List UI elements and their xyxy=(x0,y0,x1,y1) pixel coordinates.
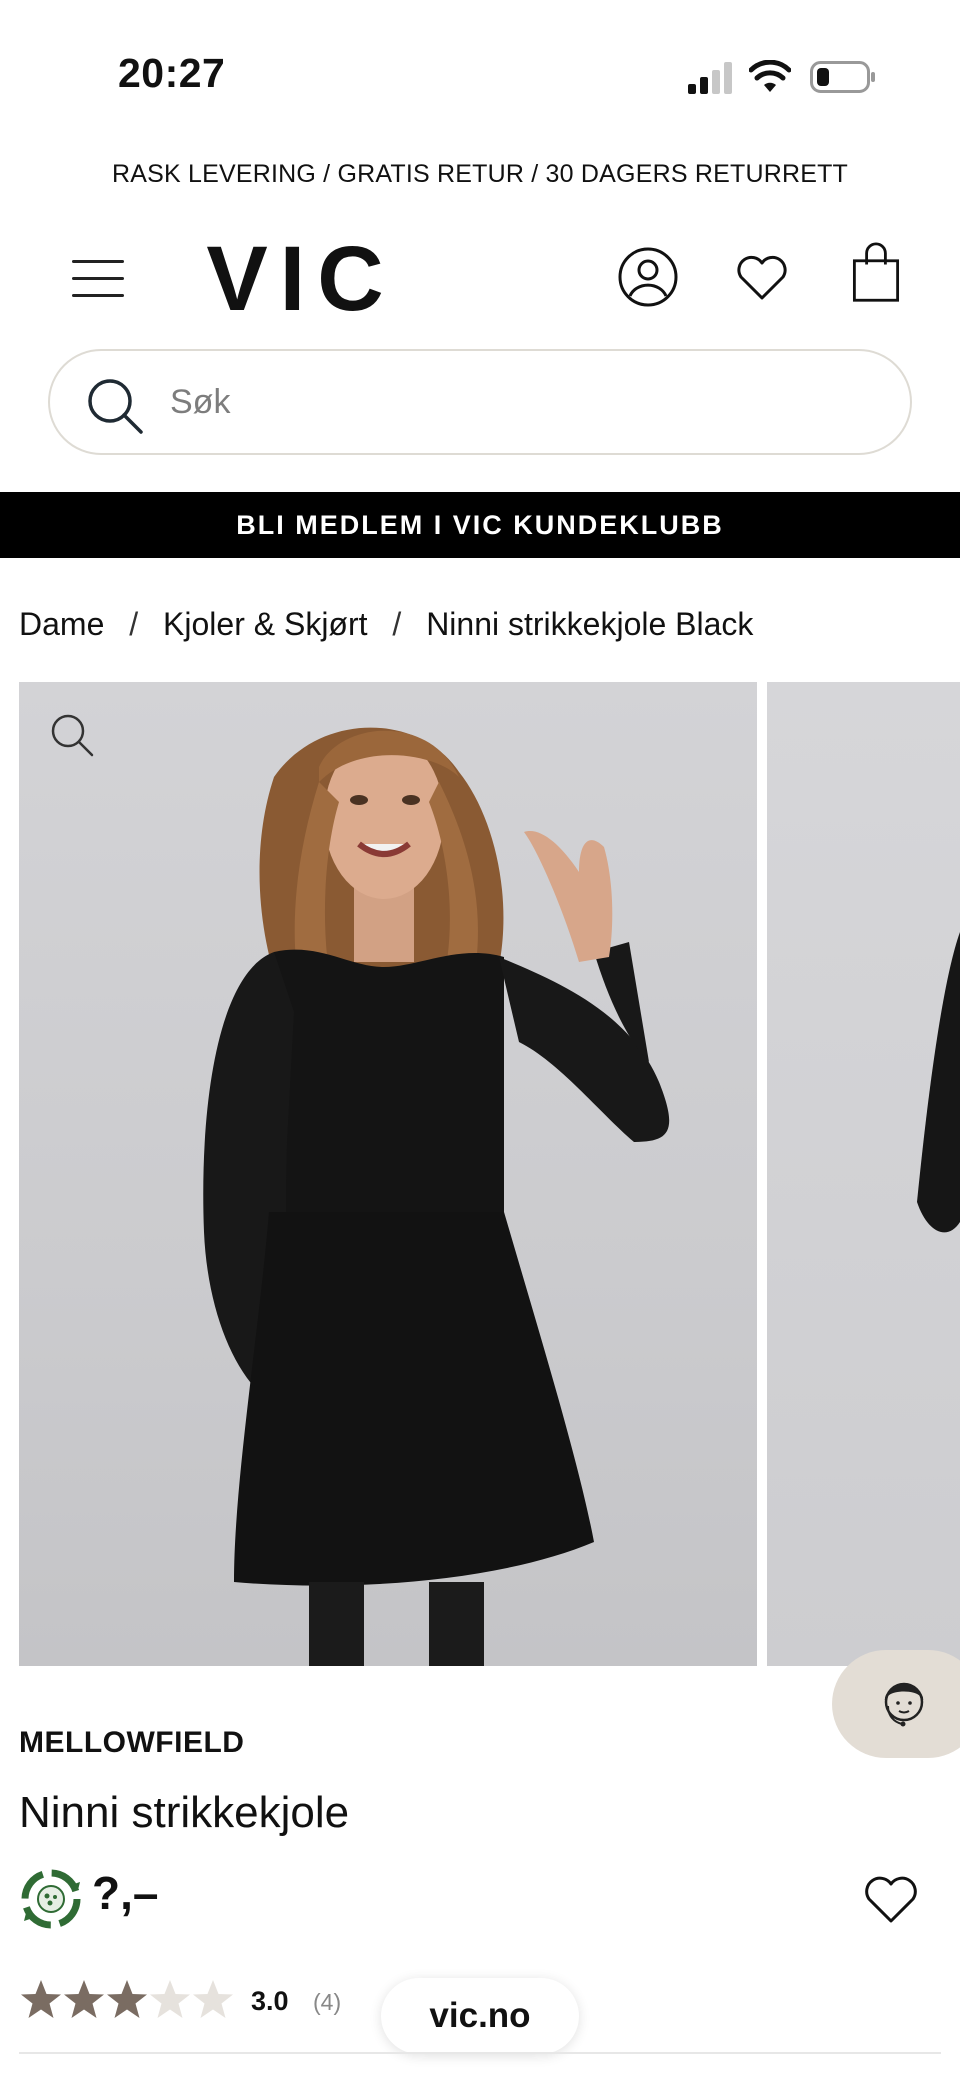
heart-icon[interactable] xyxy=(862,1872,920,1926)
rating-stars xyxy=(19,1978,235,2022)
star-icon xyxy=(107,1980,147,2018)
club-banner[interactable]: BLI MEDLEM I VIC KUNDEKLUBB xyxy=(0,492,960,558)
star-icon xyxy=(64,1980,104,2018)
vic-logo[interactable]: VIC xyxy=(196,238,406,316)
recycle-badge-icon xyxy=(21,1869,81,1929)
customer-service-icon xyxy=(884,1682,924,1727)
search-icon xyxy=(88,379,143,434)
status-time: 20:27 xyxy=(118,50,226,96)
breadcrumb-separator: / xyxy=(129,606,139,642)
status-bar: 20:27 xyxy=(0,0,960,150)
promo-line: RASK LEVERING / GRATIS RETUR / 30 DAGERS… xyxy=(111,160,849,188)
model-illustration xyxy=(203,727,670,1666)
breadcrumb-item-current: Ninni strikkekjole Black xyxy=(426,606,754,642)
breadcrumb-item-dame[interactable]: Dame xyxy=(19,606,104,642)
star-icon xyxy=(21,1980,61,2018)
search-input[interactable] xyxy=(170,373,870,431)
shopping-bag-icon[interactable] xyxy=(845,242,907,304)
star-icon xyxy=(193,1980,233,2018)
logo-text: VIC xyxy=(206,238,395,316)
product-price: ?,– xyxy=(92,1867,159,1919)
search-bar[interactable] xyxy=(48,349,912,455)
rating-value: 3.0 xyxy=(251,1986,289,2016)
product-photo-side[interactable] xyxy=(767,682,960,1666)
cellular-signal-icon xyxy=(688,62,732,94)
star-icon xyxy=(150,1980,190,2018)
menu-icon[interactable] xyxy=(72,258,124,298)
product-name: Ninni strikkekjole xyxy=(19,1788,350,1837)
product-photo-front[interactable] xyxy=(19,682,757,1666)
breadcrumb-separator: / xyxy=(392,606,402,642)
account-icon[interactable] xyxy=(617,246,679,308)
product-gallery[interactable] xyxy=(19,682,960,1666)
model-illustration-partial xyxy=(917,932,960,1233)
wifi-icon xyxy=(749,60,791,92)
divider xyxy=(19,2052,941,2054)
browser-url-pill[interactable]: vic.no xyxy=(381,1978,579,2054)
customer-service-button[interactable] xyxy=(832,1650,960,1758)
battery-low-icon xyxy=(810,61,875,93)
rating-count: (4) xyxy=(313,1989,342,2015)
site-header: VIC xyxy=(0,228,960,328)
breadcrumb-item-kjoler-skjort[interactable]: Kjoler & Skjørt xyxy=(163,606,367,642)
product-brand[interactable]: MELLOWFIELD xyxy=(19,1726,244,1760)
zoom-icon[interactable] xyxy=(49,712,95,758)
heart-icon[interactable] xyxy=(731,246,793,308)
breadcrumb: Dame / Kjoler & Skjørt / Ninni strikkekj… xyxy=(19,606,753,643)
